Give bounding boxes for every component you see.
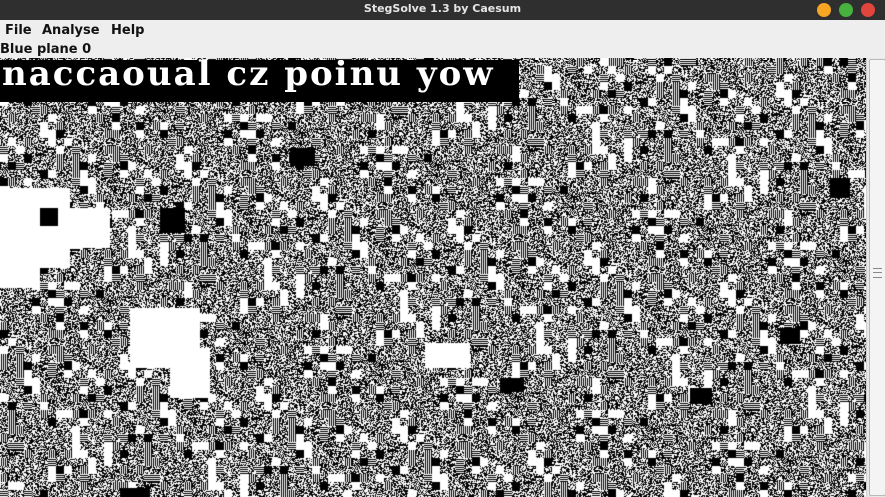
maximize-button[interactable] (839, 3, 853, 17)
window-title: StegSolve 1.3 by Caesum (363, 2, 522, 15)
menu-analyse[interactable]: Analyse (42, 23, 100, 38)
grip-icon (873, 268, 882, 278)
menu-file[interactable]: File (5, 23, 32, 38)
stegsolve-window: StegSolve 1.3 by Caesum File Analyse Hel… (0, 0, 885, 497)
bit-plane-canvas (0, 58, 866, 497)
menu-bar: File Analyse Help (0, 20, 885, 42)
hidden-text-banner: naccaoual cz poinu yow (0, 60, 519, 102)
vertical-scrollbar[interactable] (866, 58, 885, 497)
scrollbar-thumb[interactable] (869, 59, 885, 496)
menu-help[interactable]: Help (111, 23, 144, 38)
plane-label: Blue plane 0 (0, 42, 885, 58)
bit-plane-image: naccaoual cz poinu yow (0, 58, 866, 497)
hidden-text: naccaoual cz poinu yow (2, 60, 495, 94)
minimize-button[interactable] (817, 3, 831, 17)
title-bar[interactable]: StegSolve 1.3 by Caesum (0, 0, 885, 20)
close-button[interactable] (861, 3, 875, 17)
